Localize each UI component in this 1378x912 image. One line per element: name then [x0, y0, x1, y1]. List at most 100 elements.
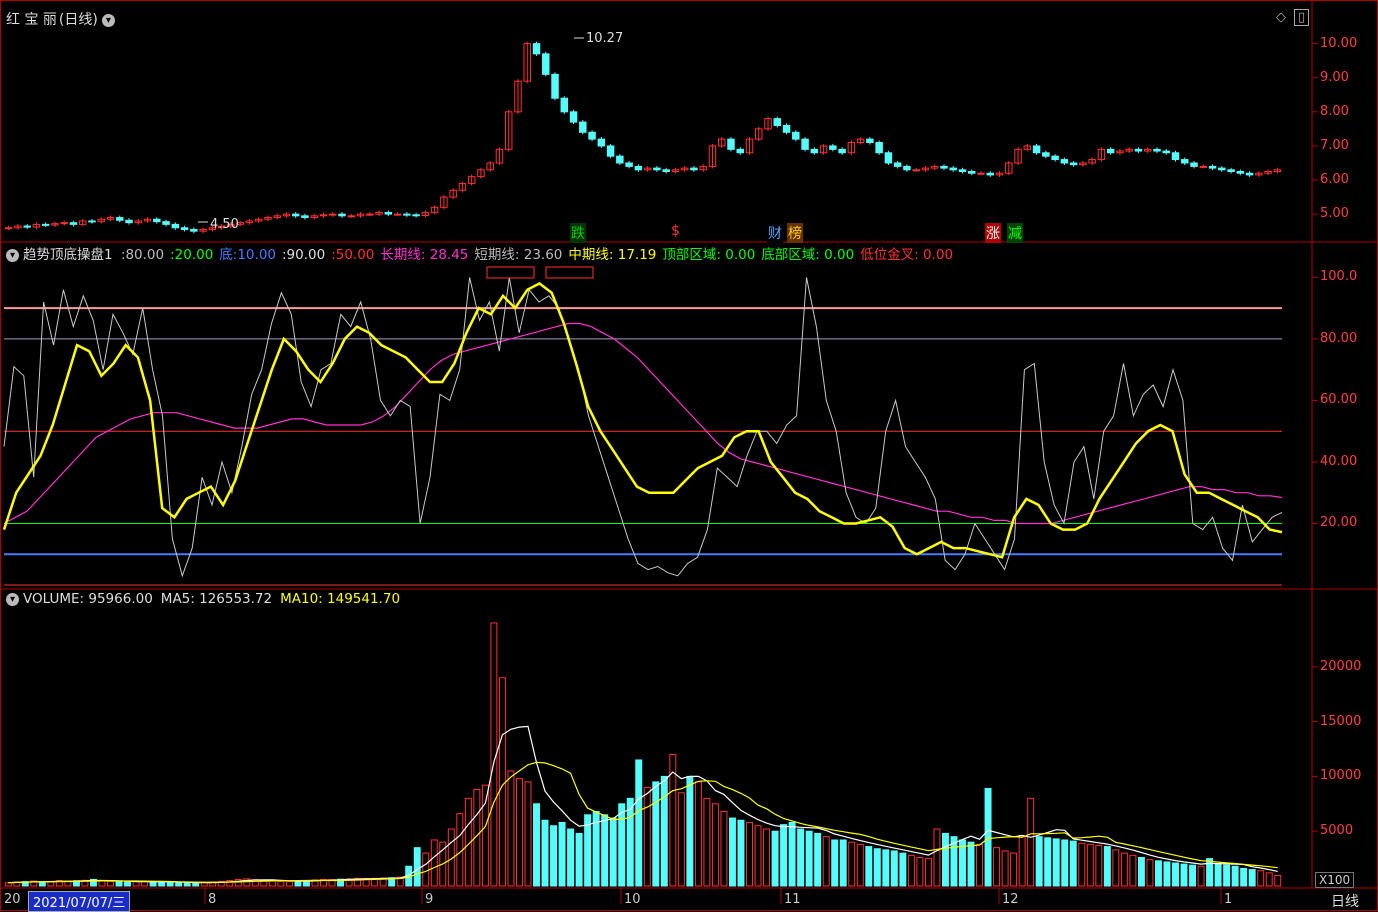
candle-body [949, 167, 957, 171]
volume-bar [984, 787, 992, 887]
candle-body [393, 213, 402, 216]
volume-bar [601, 814, 609, 887]
chevron-down-icon[interactable]: ▾ [101, 13, 115, 27]
candle-body [162, 221, 170, 225]
signal-marker: $ [670, 223, 681, 239]
mid-term-line [2, 282, 1283, 559]
candle-body [1236, 171, 1245, 174]
short-term-line [3, 277, 1283, 578]
volume-bar [720, 810, 728, 887]
month-label: 9 [425, 892, 434, 907]
indicator-param-2: 底:10.00 [219, 247, 276, 263]
month-label: 8 [208, 892, 217, 907]
candle-body [1199, 165, 1208, 168]
volume-bar [788, 821, 796, 887]
volume-ma10: MA10: 149541.70 [280, 591, 401, 607]
axis-tick-label: 15000 [1320, 713, 1362, 729]
candle-body [338, 213, 346, 217]
volume-bar [814, 832, 822, 887]
volume-bar [694, 781, 702, 887]
indicator-param-6: 短期线: 23.60 [474, 247, 563, 263]
indicator-panel-header: ▾ 趋势顶底操盘1 :80.00:20.00 底:10.00:90.00:50.00… [6, 243, 959, 263]
candle-body [662, 169, 670, 173]
indicator-param-1: :20.00 [170, 247, 214, 263]
candle-body [782, 124, 791, 133]
volume-bar [524, 781, 532, 887]
candle-body [384, 211, 393, 215]
candle-body [1153, 148, 1161, 152]
volume-bar [1146, 859, 1154, 887]
volume-bar [507, 770, 515, 887]
candle-body [736, 148, 744, 154]
volume-bar [1265, 872, 1273, 887]
volume-bar [1061, 839, 1069, 887]
volume-bar [533, 803, 540, 887]
volume-bar [575, 832, 583, 887]
volume-bar [1027, 797, 1035, 887]
volume-bar [124, 881, 132, 887]
candle-body [180, 227, 189, 230]
volume-bar [183, 882, 191, 887]
volume-bar [890, 850, 898, 887]
volume-bar [175, 881, 183, 887]
volume-bar [1095, 844, 1103, 887]
chevron-down-icon[interactable]: ▾ [6, 248, 19, 262]
volume-bar [763, 828, 771, 887]
volume-bar [1052, 838, 1060, 887]
candle-body [1218, 167, 1226, 171]
candle-body [690, 167, 698, 171]
outer-frame [0, 0, 1378, 911]
volume-bar [609, 817, 617, 887]
volume-bar [422, 852, 430, 887]
volume-bar [1189, 864, 1197, 887]
diamond-icon[interactable]: ◇ [1276, 10, 1286, 25]
candle-body [1032, 145, 1041, 154]
volume-bar [1103, 846, 1111, 887]
candle-body [801, 138, 809, 150]
time-axis-left-cut: 20 [4, 892, 21, 907]
period-button[interactable]: 日线 [1331, 891, 1359, 911]
candle-body [171, 223, 180, 229]
candle-body [875, 142, 883, 154]
volume-bar [1137, 857, 1145, 887]
volume-bar [677, 792, 685, 887]
candle-body [153, 218, 161, 223]
volume-bar [831, 839, 839, 887]
axis-tick-label: 5000 [1320, 823, 1354, 839]
volume-ma5: MA5: 126553.72 [160, 591, 273, 607]
candle-body [810, 148, 819, 154]
candle-body [291, 213, 300, 217]
top-zone-box [486, 266, 535, 279]
candle-body [792, 131, 800, 140]
candle-body [403, 213, 411, 216]
volume-bar [541, 819, 549, 887]
volume-bar [234, 878, 242, 887]
chevron-down-icon[interactable]: ▾ [6, 592, 19, 606]
candle-body [1042, 152, 1050, 157]
volume-bar [660, 775, 668, 887]
volume-unit: X100 [1315, 872, 1355, 888]
main-panel-header: 红 宝 丽 (日线) ▾ [6, 9, 123, 29]
candle-body [940, 165, 948, 169]
volume-bar [882, 849, 890, 887]
axis-tick-label: 5.00 [1320, 206, 1349, 222]
candle-body [773, 118, 782, 126]
window-icon[interactable]: ▯ [1294, 9, 1310, 26]
volume-bar [567, 828, 575, 887]
volume-bar [1086, 843, 1094, 887]
candle-body [912, 169, 920, 172]
volume-bar [899, 852, 907, 887]
volume-bar [780, 824, 788, 887]
volume-bar [1035, 836, 1043, 887]
volume-bar [686, 775, 694, 887]
volume-bar [149, 881, 157, 887]
candle-body [625, 162, 633, 167]
candle-body [125, 219, 133, 224]
candle-body [69, 222, 78, 225]
month-label: 12 [1002, 892, 1019, 907]
candle-body [1190, 162, 1198, 167]
candle-body [116, 217, 124, 221]
volume-bar [1163, 861, 1171, 887]
axis-tick-label: 40.00 [1320, 453, 1358, 469]
volume-bar [498, 677, 506, 887]
